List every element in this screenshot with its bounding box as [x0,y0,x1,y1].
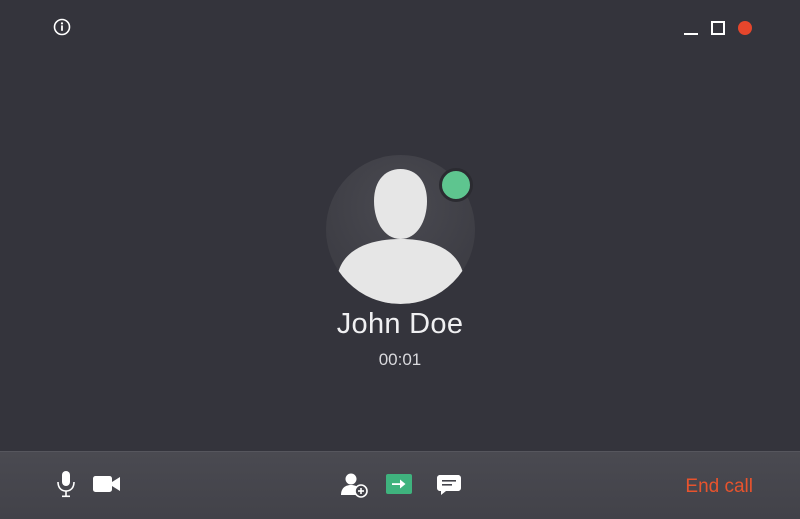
add-participant-icon [341,473,368,498]
add-participant-button[interactable] [340,472,368,498]
mute-button[interactable] [54,470,78,498]
minimize-button[interactable] [682,19,700,37]
maximize-button[interactable] [709,19,727,37]
chat-button[interactable] [437,474,461,496]
call-toolbar: End call [0,451,800,519]
microphone-icon [57,471,75,498]
share-screen-icon [386,474,412,494]
video-button[interactable] [92,472,122,496]
close-icon [738,21,752,35]
chat-icon [437,475,461,495]
close-button[interactable] [736,19,754,37]
video-camera-icon [93,476,120,492]
call-window: John Doe 00:01 End call [0,0,800,519]
share-screen-button[interactable] [386,474,412,494]
online-status-indicator [439,168,473,202]
maximize-icon [711,21,725,35]
window-controls [682,19,754,37]
info-button[interactable] [53,18,71,36]
minimize-icon [684,33,698,35]
caller-name: John Doe [336,308,464,340]
call-duration: 00:01 [378,350,422,369]
info-icon [53,18,71,36]
end-call-button[interactable]: End call [685,476,753,498]
